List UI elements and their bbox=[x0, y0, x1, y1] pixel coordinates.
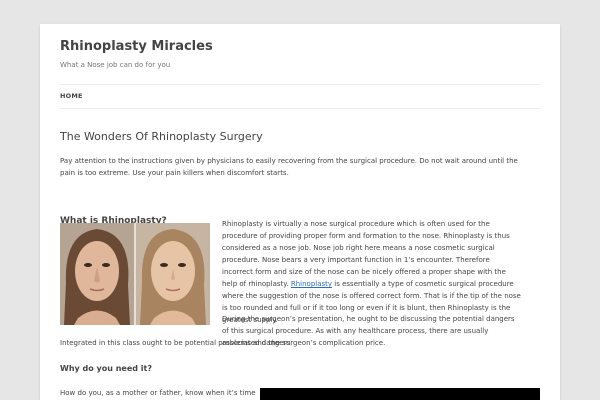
rhinoplasty-description-paragraph: Rhinoplasty is virtually a nose surgical… bbox=[222, 218, 522, 326]
main-navigation: HOME bbox=[60, 84, 540, 109]
post-title: The Wonders Of Rhinoplasty Surgery bbox=[60, 130, 263, 143]
post-intro-paragraph: Pay attention to the instructions given … bbox=[60, 157, 518, 177]
nav-item-home[interactable]: HOME bbox=[60, 92, 83, 100]
rhinoplasty-inline-link[interactable]: Rhinoplasty bbox=[291, 280, 332, 288]
embedded-video-player[interactable] bbox=[260, 388, 540, 400]
before-after-faces-image bbox=[60, 223, 210, 325]
complication-paragraph: Integrated in this class ought to be pot… bbox=[60, 339, 386, 347]
paragraph-text: Rhinoplasty is virtually a nose surgical… bbox=[222, 220, 510, 288]
site-description: What a Nose job can do for you bbox=[60, 61, 171, 69]
section-heading-why: Why do you need it? bbox=[60, 364, 152, 373]
before-after-nose-photo bbox=[60, 223, 210, 325]
why-paragraph: How do you, as a mother or father, know … bbox=[60, 389, 256, 397]
site-title-link[interactable]: Rhinoplasty Miracles bbox=[60, 39, 213, 54]
page-container: Rhinoplasty Miracles What a Nose job can… bbox=[40, 24, 560, 400]
